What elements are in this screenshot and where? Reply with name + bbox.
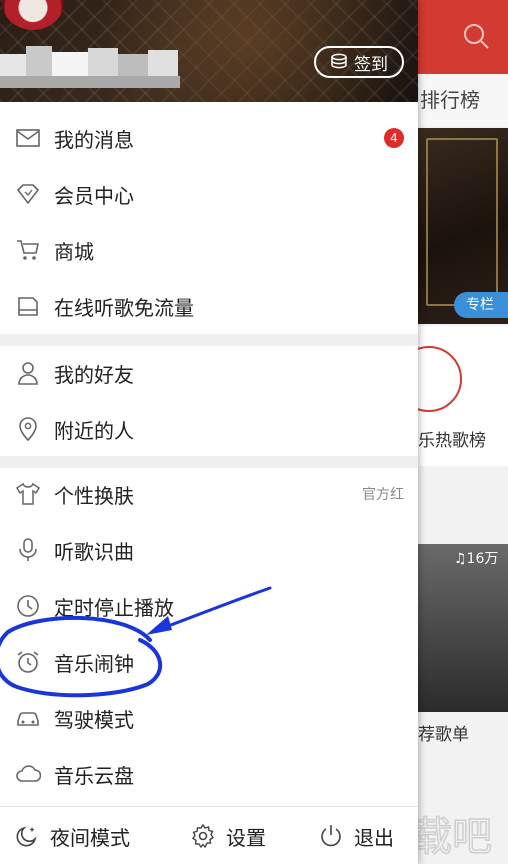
column-badge: 专栏: [454, 292, 508, 318]
menu-item-store[interactable]: 商城: [0, 222, 418, 278]
microphone-icon: [19, 538, 37, 561]
power-icon: [321, 825, 341, 847]
menu-item-nearby[interactable]: 附近的人: [0, 401, 418, 457]
moon-icon: [16, 826, 37, 847]
menu-item-label: 个性换肤: [54, 483, 134, 508]
menu-item-driving-mode[interactable]: 驾驶模式: [0, 690, 418, 746]
logout-button[interactable]: 退出: [318, 821, 394, 851]
night-mode-label: 夜间模式: [50, 825, 130, 850]
menu-item-label: 听歌识曲: [54, 539, 134, 564]
menu-item-label: 我的消息: [54, 127, 134, 152]
menu-item-label: 商城: [54, 239, 94, 264]
background-header: [418, 0, 508, 74]
search-icon[interactable]: [462, 22, 490, 50]
menu-item-label: 我的好友: [54, 362, 134, 387]
avatar[interactable]: [2, 0, 64, 30]
night-mode-button[interactable]: 夜间模式: [14, 821, 130, 851]
person-icon: [18, 362, 38, 385]
checkin-label: 签到: [354, 54, 388, 75]
play-count: ♫16万: [454, 551, 499, 567]
background-rank-label: 乐热歌榜: [418, 431, 486, 451]
coins-icon: [331, 53, 347, 69]
settings-label: 设置: [226, 825, 266, 850]
menu-item-music-alarm[interactable]: 音乐闹钟: [0, 634, 418, 690]
alarm-clock-icon: [17, 651, 39, 673]
background-tab-ranking[interactable]: 排行榜: [418, 74, 508, 126]
mail-icon: [16, 129, 40, 147]
menu-item-messages[interactable]: 我的消息 4: [0, 110, 418, 166]
settings-button[interactable]: 设置: [190, 821, 266, 851]
gear-icon: [192, 823, 214, 849]
menu-item-label: 在线听歌免流量: [54, 295, 194, 320]
cloud-icon: [16, 765, 41, 782]
menu-item-label: 会员中心: [54, 183, 134, 208]
svg-text:下载吧: 下载吧: [418, 814, 492, 860]
background-recommend-card[interactable]: [418, 544, 508, 712]
menu-item-cloud-drive[interactable]: 音乐云盘: [0, 746, 418, 802]
side-drawer: 签到 我的消息 4 会员中心 商城 在线听歌免流量 我的好友 附近的人 个性换肤…: [0, 0, 418, 864]
menu-item-membership[interactable]: 会员中心: [0, 166, 418, 222]
location-pin-icon: [19, 417, 37, 442]
menu-item-label: 音乐闹钟: [54, 651, 134, 676]
cart-icon: [17, 240, 39, 260]
tshirt-icon: [15, 482, 41, 505]
clock-icon: [17, 595, 39, 617]
menu-item-song-recognition[interactable]: 听歌识曲: [0, 522, 418, 578]
menu-item-theme[interactable]: 个性换肤 官方红: [0, 466, 418, 522]
logout-label: 退出: [354, 825, 394, 850]
menu-item-label: 附近的人: [54, 418, 134, 443]
menu-item-label: 定时停止播放: [54, 595, 174, 620]
unread-count-badge: 4: [384, 128, 404, 148]
profile-header: 签到: [0, 0, 418, 102]
background-app: 排行榜 专栏 乐热歌榜 ♫16万 荐歌单 下载吧: [418, 0, 508, 864]
background-recommend-label: 荐歌单: [418, 725, 469, 745]
car-icon: [17, 712, 39, 726]
menu-item-sleep-timer[interactable]: 定时停止播放: [0, 578, 418, 634]
watermark-logo: 下载吧: [418, 813, 493, 861]
diamond-icon: [16, 184, 40, 205]
menu-item-label: 驾驶模式: [54, 707, 134, 732]
nickname-pixelated: [0, 46, 180, 88]
menu-item-friends[interactable]: 我的好友: [0, 345, 418, 401]
menu-item-label: 音乐云盘: [54, 763, 134, 788]
menu-item-free-data[interactable]: 在线听歌免流量: [0, 278, 418, 334]
drawer-footer: 夜间模式 设置 退出: [0, 806, 418, 864]
sim-card-icon: [18, 297, 38, 316]
checkin-button[interactable]: 签到: [314, 46, 404, 78]
current-theme-value: 官方红: [362, 487, 404, 503]
